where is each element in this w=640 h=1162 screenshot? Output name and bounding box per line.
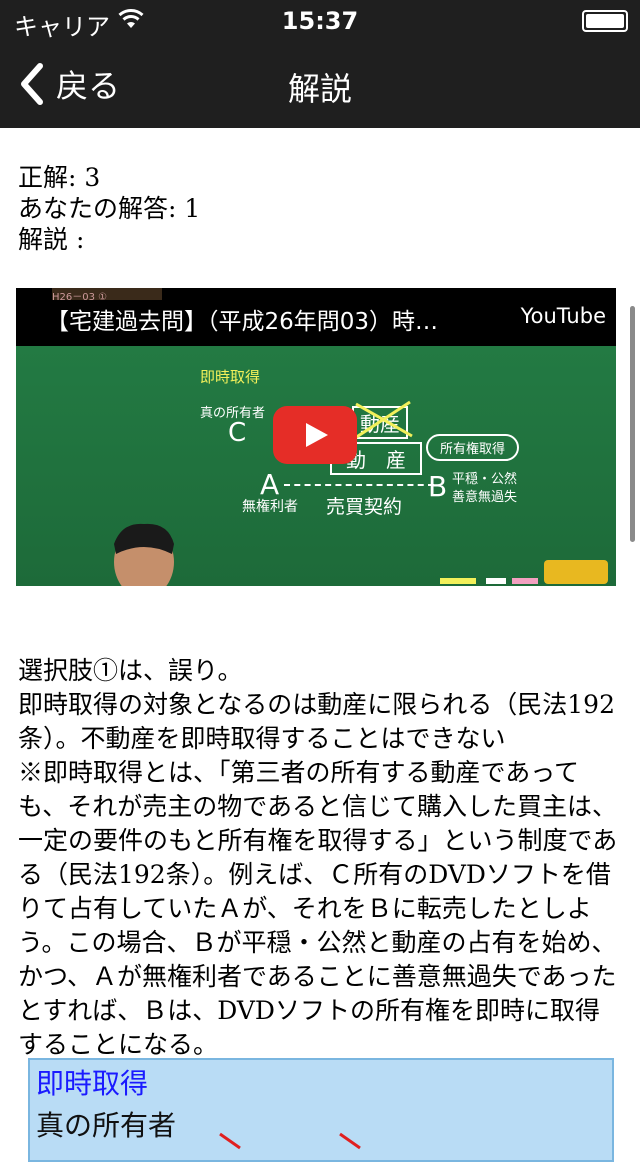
diagram-title: 即時取得 bbox=[36, 1067, 149, 1100]
blackboard: 即時取得 真の所有者 C 動産 動 産 A 無権利者 売買契約 B 所有権取得 … bbox=[16, 346, 616, 586]
status-bar: キャリア 15:37 bbox=[0, 0, 640, 41]
play-button[interactable] bbox=[273, 406, 357, 464]
diagram-box: 即時取得 真の所有者 bbox=[28, 1058, 614, 1162]
board-acquire: 所有権取得 bbox=[426, 434, 520, 461]
video-player[interactable]: H26－03 ① 【宅建過去問】（平成26年問03）時… YouTube 即時取… bbox=[16, 288, 616, 586]
paragraph: 即時取得の対象となるのは動産に限られる（民法192条）。不動産を即時取得すること… bbox=[18, 690, 615, 753]
board-sale: 売買契約 bbox=[326, 496, 403, 518]
clock: 15:37 bbox=[281, 7, 359, 35]
youtube-logo[interactable]: YouTube bbox=[521, 304, 606, 328]
paragraph: ※即時取得とは、「第三者の所有する動産であっても、それが売主の物であると信じて購… bbox=[18, 758, 618, 1059]
board-good-faith: 善意無過失 bbox=[452, 490, 518, 505]
video-title[interactable]: 【宅建過去問】（平成26年問03）時… bbox=[46, 302, 496, 336]
answer-summary: 正解: 3 あなたの解答: 1 解説 : bbox=[18, 162, 618, 255]
diagram-owner: 真の所有者 bbox=[36, 1109, 177, 1142]
explanation-label: 解説 : bbox=[18, 225, 85, 254]
board-c: C bbox=[228, 418, 247, 448]
board-b: B bbox=[428, 470, 448, 503]
correct-answer: 正解: 3 bbox=[18, 163, 101, 192]
board-no-right: 無権利者 bbox=[242, 499, 298, 515]
paragraph: 選択肢①は、誤り。 bbox=[18, 656, 243, 685]
presenter-image bbox=[114, 523, 174, 586]
navigation-bar: 戻る 解説 bbox=[0, 40, 640, 128]
explanation-text: 選択肢①は、誤り。 即時取得の対象となるのは動産に限られる（民法192条）。不動… bbox=[18, 654, 622, 1062]
scrollbar[interactable] bbox=[630, 306, 635, 542]
page-title: 解説 bbox=[287, 70, 352, 108]
your-answer: あなたの解答: 1 bbox=[18, 194, 201, 223]
board-calm: 平穏・公然 bbox=[452, 472, 518, 487]
video-stamp: H26－03 ① bbox=[52, 288, 162, 303]
diagram-marks bbox=[219, 1132, 361, 1150]
board-heading: 即時取得 bbox=[200, 368, 261, 386]
video-header: H26－03 ① 【宅建過去問】（平成26年問03）時… YouTube bbox=[16, 288, 616, 346]
battery-icon bbox=[582, 10, 628, 32]
